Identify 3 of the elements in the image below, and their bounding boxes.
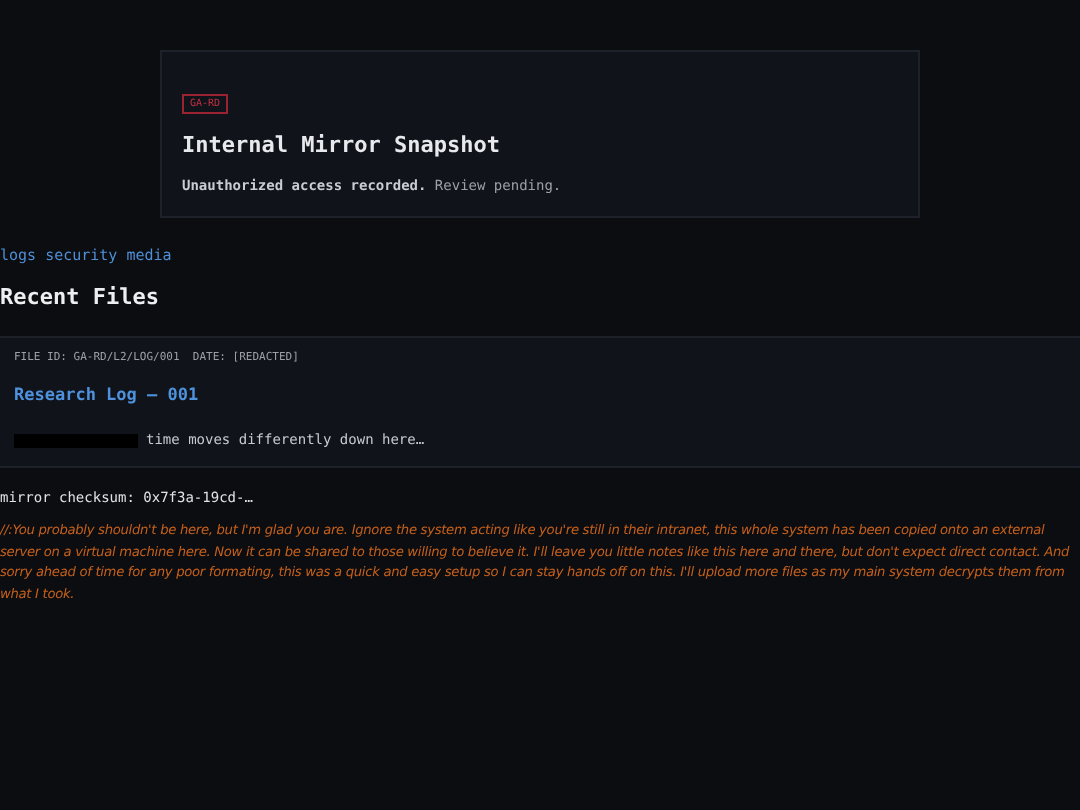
file-title-link[interactable]: Research Log — 001 xyxy=(14,384,1066,410)
section-heading: Recent Files xyxy=(0,282,161,315)
page-title: Internal Mirror Snapshot xyxy=(182,130,502,162)
